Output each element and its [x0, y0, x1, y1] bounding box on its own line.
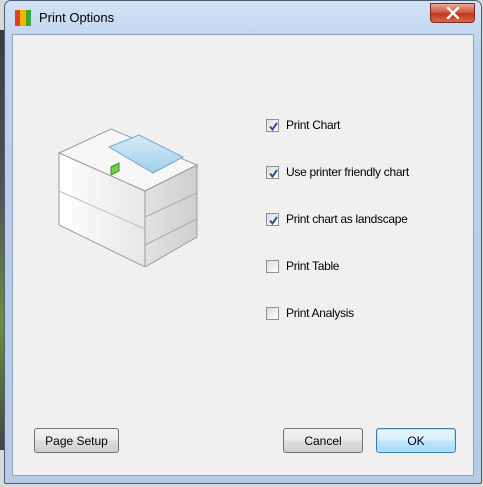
- print-chart-checkbox[interactable]: [266, 118, 279, 132]
- option-print-analysis[interactable]: Print Analysis: [266, 306, 354, 320]
- close-button[interactable]: [430, 3, 475, 23]
- window-title: Print Options: [39, 10, 115, 25]
- checkmark-icon: [269, 168, 278, 178]
- option-label: Print Table: [286, 259, 340, 273]
- print-analysis-checkbox[interactable]: [266, 306, 279, 320]
- option-print-table[interactable]: Print Table: [266, 259, 339, 273]
- option-print-chart-landscape[interactable]: Print chart as landscape: [266, 212, 408, 226]
- option-label: Print chart as landscape: [286, 212, 408, 226]
- checkmark-icon: [269, 215, 278, 225]
- option-use-printer-friendly-chart[interactable]: Use printer friendly chart: [266, 165, 409, 179]
- print-table-checkbox[interactable]: [266, 259, 279, 273]
- dialog-client-area: Print Chart Use printer friendly chart P…: [12, 34, 474, 476]
- printer-friendly-checkbox[interactable]: [266, 165, 279, 179]
- page-setup-button[interactable]: Page Setup: [34, 428, 119, 453]
- title-bar[interactable]: Print Options: [5, 1, 481, 35]
- option-label: Use printer friendly chart: [286, 165, 409, 179]
- print-options-dialog: Print Options Print Chart Use printer fr…: [4, 0, 482, 484]
- app-color-bars-icon: [15, 10, 31, 26]
- printer-icon: [57, 128, 199, 267]
- ok-button[interactable]: OK: [376, 428, 456, 453]
- option-label: Print Chart: [286, 118, 341, 132]
- checkmark-icon: [269, 121, 278, 131]
- option-print-chart[interactable]: Print Chart: [266, 118, 340, 132]
- cancel-button[interactable]: Cancel: [283, 428, 363, 453]
- landscape-checkbox[interactable]: [266, 212, 279, 226]
- close-icon: [446, 7, 459, 19]
- option-label: Print Analysis: [286, 306, 354, 320]
